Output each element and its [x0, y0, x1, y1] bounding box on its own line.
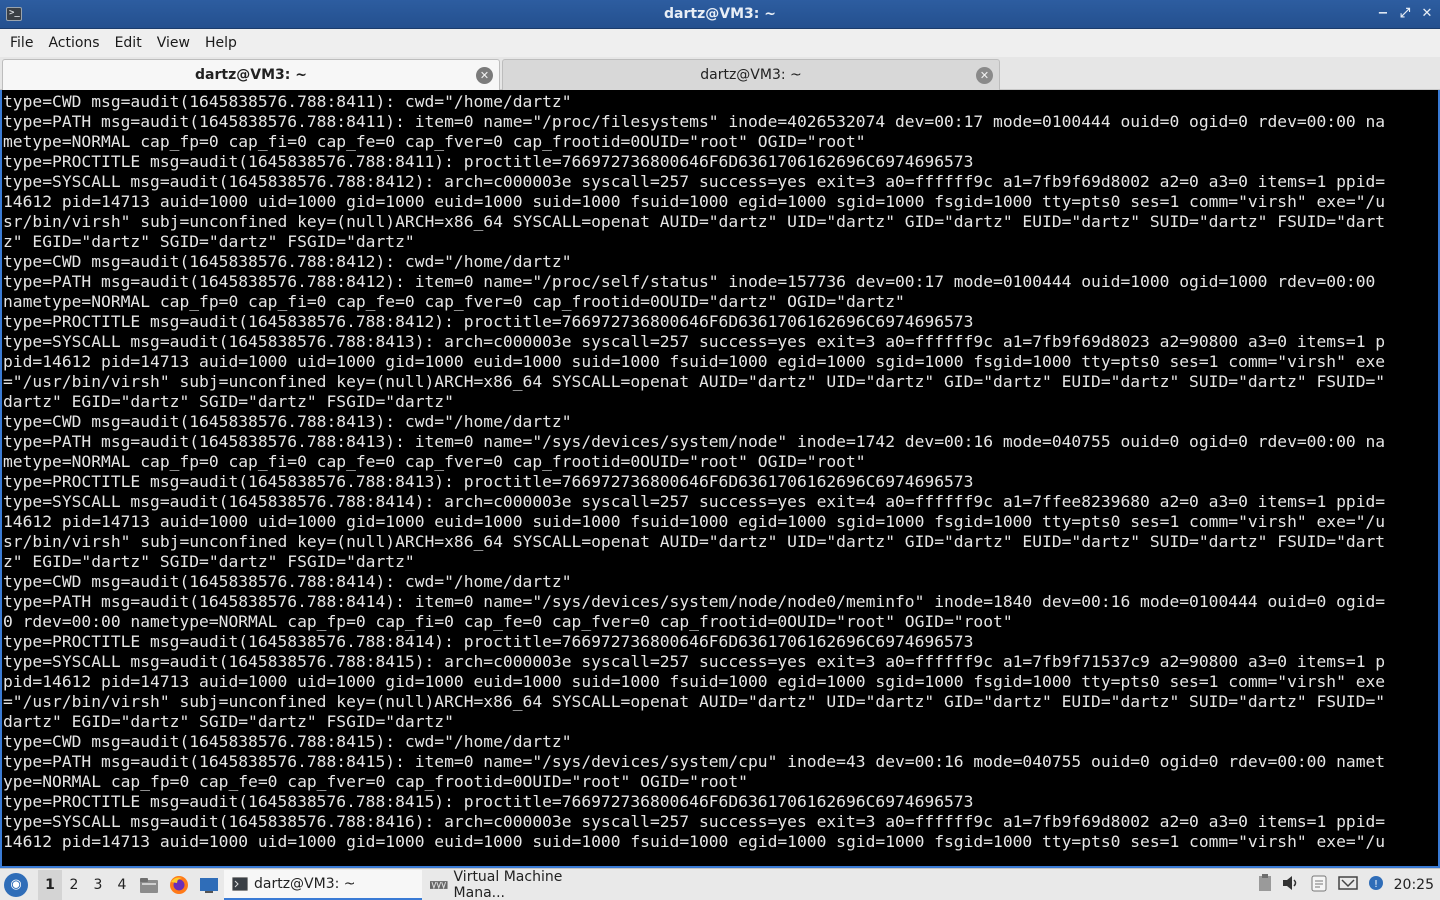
- terminal-line: type=SYSCALL msg=audit(1645838576.788:84…: [3, 812, 1386, 831]
- terminal-line: ype=NORMAL cap_fp=0 cap_fe=0 cap_fver=0 …: [3, 772, 748, 791]
- notes-icon[interactable]: [1310, 874, 1328, 896]
- terminal-line: type=PROCTITLE msg=audit(1645838576.788:…: [3, 152, 974, 171]
- terminal-icon[interactable]: >_: [6, 7, 22, 21]
- terminal-line: type=PROCTITLE msg=audit(1645838576.788:…: [3, 312, 974, 331]
- window-controls: − ⤢ ✕: [1376, 4, 1434, 24]
- terminal-line: type=CWD msg=audit(1645838576.788:8411):…: [3, 92, 572, 111]
- task-terminal[interactable]: dartz@VM3: ~: [224, 869, 422, 900]
- terminal-line: type=CWD msg=audit(1645838576.788:8414):…: [3, 572, 572, 591]
- tab-bar: dartz@VM3: ~ ✕ dartz@VM3: ~ ✕: [0, 57, 1440, 90]
- terminal-icon: [232, 876, 248, 891]
- tab-close-icon[interactable]: ✕: [476, 67, 493, 84]
- task-label: dartz@VM3: ~: [254, 875, 356, 892]
- volume-icon[interactable]: [1282, 875, 1300, 895]
- terminal-line: 14612 pid=14713 auid=1000 uid=1000 gid=1…: [3, 512, 1386, 531]
- window-title: dartz@VM3: ~: [664, 6, 776, 22]
- terminal-line: metype=NORMAL cap_fp=0 cap_fi=0 cap_fe=0…: [3, 452, 866, 471]
- terminal-line: pid=14612 pid=14713 auid=1000 uid=1000 g…: [3, 672, 1386, 691]
- menu-view[interactable]: View: [151, 35, 196, 51]
- workspace-4[interactable]: 4: [110, 870, 134, 900]
- terminal-line: type=SYSCALL msg=audit(1645838576.788:84…: [3, 332, 1386, 351]
- terminal-line: type=PROCTITLE msg=audit(1645838576.788:…: [3, 792, 974, 811]
- task-label: Virtual Machine Mana...: [453, 868, 563, 900]
- window-titlebar[interactable]: >_ dartz@VM3: ~ − ⤢ ✕: [0, 0, 1440, 29]
- terminal-line: z" EGID="dartz" SGID="dartz" FSGID="dart…: [3, 232, 415, 251]
- close-icon[interactable]: ✕: [1420, 4, 1434, 24]
- menu-file[interactable]: File: [4, 35, 39, 51]
- terminal-line: nametype=NORMAL cap_fp=0 cap_fi=0 cap_fe…: [3, 292, 905, 311]
- terminal-line: type=SYSCALL msg=audit(1645838576.788:84…: [3, 652, 1386, 671]
- tab-label: dartz@VM3: ~: [700, 67, 802, 83]
- terminal-line: pid=14612 pid=14713 auid=1000 uid=1000 g…: [3, 352, 1386, 371]
- terminal-line: type=CWD msg=audit(1645838576.788:8412):…: [3, 252, 572, 271]
- workspace-1[interactable]: 1: [38, 869, 62, 900]
- terminal-line: type=PATH msg=audit(1645838576.788:8412)…: [3, 272, 1376, 291]
- menu-edit[interactable]: Edit: [109, 35, 148, 51]
- terminal-line: type=PROCTITLE msg=audit(1645838576.788:…: [3, 632, 974, 651]
- terminal-line: 14612 pid=14713 auid=1000 uid=1000 gid=1…: [3, 832, 1386, 851]
- workspace-3[interactable]: 3: [86, 870, 110, 900]
- terminal-line: type=PATH msg=audit(1645838576.788:8415)…: [3, 752, 1386, 771]
- menu-help[interactable]: Help: [199, 35, 243, 51]
- terminal-scrollbar[interactable]: [1428, 90, 1438, 866]
- file-manager-icon[interactable]: [137, 873, 161, 897]
- terminal-line: ="/usr/bin/virsh" subj=unconfined key=(n…: [3, 692, 1386, 711]
- tab-terminal-1[interactable]: dartz@VM3: ~ ✕: [2, 59, 500, 90]
- taskbar: ◉ 1 2 3 4 dartz@VM3: ~ Virtual Machine M…: [0, 868, 1440, 900]
- terminal-line: dartz" EGID="dartz" SGID="dartz" FSGID="…: [3, 392, 454, 411]
- task-virt-manager[interactable]: Virtual Machine Mana...: [422, 868, 622, 900]
- tab-close-icon[interactable]: ✕: [976, 67, 993, 84]
- terminal-line: dartz" EGID="dartz" SGID="dartz" FSGID="…: [3, 712, 454, 731]
- terminal-line: type=PATH msg=audit(1645838576.788:8414)…: [3, 592, 1386, 611]
- terminal-line: type=PATH msg=audit(1645838576.788:8411)…: [3, 112, 1386, 131]
- terminal-line: metype=NORMAL cap_fp=0 cap_fi=0 cap_fe=0…: [3, 132, 866, 151]
- terminal-line: type=SYSCALL msg=audit(1645838576.788:84…: [3, 172, 1386, 191]
- terminal-line: type=SYSCALL msg=audit(1645838576.788:84…: [3, 492, 1386, 511]
- clock[interactable]: 20:25: [1394, 877, 1434, 893]
- terminal-line: ="/usr/bin/virsh" subj=unconfined key=(n…: [3, 372, 1386, 391]
- minimize-icon[interactable]: −: [1376, 4, 1390, 24]
- terminal-line: z" EGID="dartz" SGID="dartz" FSGID="dart…: [3, 552, 415, 571]
- terminal-view[interactable]: type=CWD msg=audit(1645838576.788:8411):…: [0, 90, 1440, 868]
- clipboard-icon[interactable]: [1258, 873, 1272, 896]
- menu-actions[interactable]: Actions: [42, 35, 105, 51]
- terminal-line: type=CWD msg=audit(1645838576.788:8415):…: [3, 732, 572, 751]
- svg-text:!: !: [1374, 879, 1378, 890]
- terminal-line: type=PATH msg=audit(1645838576.788:8413)…: [3, 432, 1386, 451]
- start-menu-icon[interactable]: ◉: [4, 872, 28, 897]
- terminal-line: 14612 pid=14713 auid=1000 uid=1000 gid=1…: [3, 192, 1386, 211]
- workspace-2[interactable]: 2: [62, 870, 86, 900]
- tab-terminal-2[interactable]: dartz@VM3: ~ ✕: [502, 59, 1000, 90]
- tab-label: dartz@VM3: ~: [195, 67, 307, 83]
- terminal-output: type=CWD msg=audit(1645838576.788:8411):…: [3, 92, 1414, 852]
- terminal-line: type=PROCTITLE msg=audit(1645838576.788:…: [3, 472, 974, 491]
- menu-bar: File Actions Edit View Help: [0, 29, 1440, 57]
- system-tray: ! 20:25: [1258, 873, 1440, 896]
- desktop-icon[interactable]: [197, 873, 221, 897]
- network-icon[interactable]: [1337, 874, 1358, 896]
- terminal-line: sr/bin/virsh" subj=unconfined key=(null)…: [3, 212, 1386, 231]
- firefox-icon[interactable]: [167, 873, 191, 897]
- virt-manager-icon: [430, 880, 448, 889]
- maximize-icon[interactable]: ⤢: [1398, 4, 1412, 24]
- terminal-line: type=CWD msg=audit(1645838576.788:8413):…: [3, 412, 572, 431]
- notification-icon[interactable]: !: [1368, 875, 1384, 895]
- terminal-line: 0 rdev=00:00 nametype=NORMAL cap_fp=0 ca…: [3, 612, 1013, 631]
- terminal-line: sr/bin/virsh" subj=unconfined key=(null)…: [3, 532, 1386, 551]
